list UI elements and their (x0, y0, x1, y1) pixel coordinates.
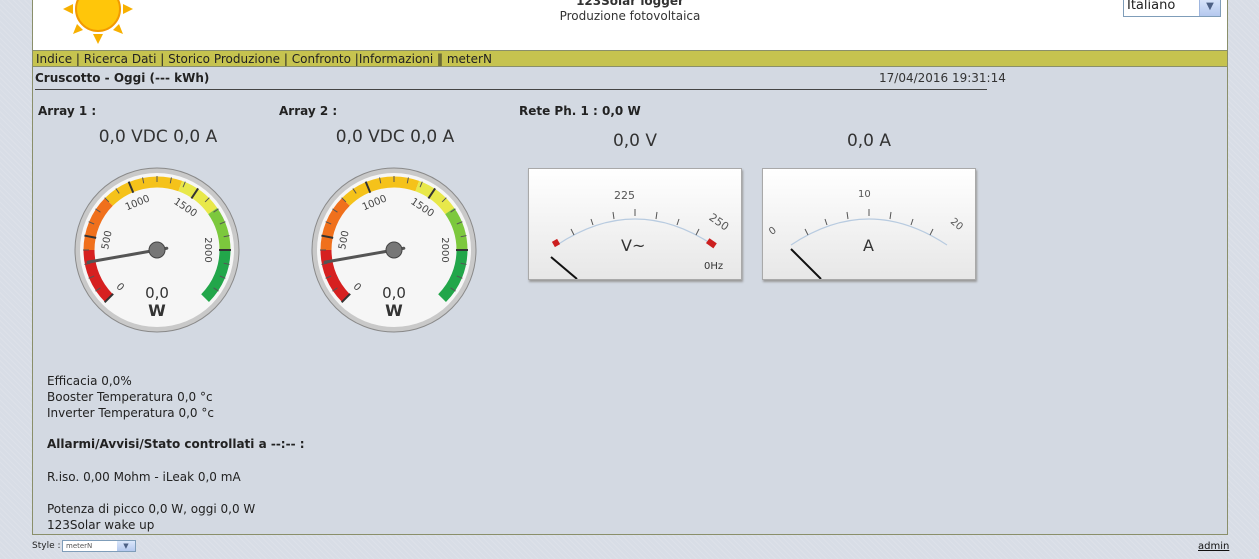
style-select[interactable]: meterN ▼ (62, 540, 136, 552)
amp-unit: A (863, 236, 874, 255)
alarms-title: Allarmi/Avvisi/Stato controllati a --:--… (47, 437, 305, 451)
nav-metern[interactable]: meterN (447, 52, 492, 66)
array1-gauge-value: 0,0 (145, 284, 169, 302)
nav-confronto[interactable]: Confronto (292, 52, 351, 66)
language-value: Italiano (1127, 0, 1176, 13)
peak-power-text: Potenza di picco 0,0 W, oggi 0,0 W (47, 502, 256, 516)
amp-tick-20: 20 (948, 216, 965, 233)
array2-reading: 0,0 VDC 0,0 A (335, 127, 455, 147)
array1-power-gauge: 05001000 150020000,0W (74, 167, 240, 333)
site-title: 123Solar logger (576, 0, 684, 8)
nav-bar: Indice | Ricerca Dati | Storico Produzio… (33, 50, 1227, 67)
language-select[interactable]: Italiano ▼ (1123, 0, 1221, 17)
amp-tick-10: 10 (858, 189, 871, 200)
status-text: 123Solar wake up (47, 518, 155, 532)
volt-unit: V~ (621, 236, 645, 255)
style-value: meterN (66, 542, 93, 550)
riso-text: R.iso. 0,00 Mohm - iLeak 0,0 mA (47, 470, 241, 484)
admin-link[interactable]: admin (1198, 541, 1229, 552)
header: 123Solar logger Produzione fotovoltaica … (33, 0, 1227, 50)
array2-power-gauge: 05001000 150020000,0W (311, 167, 477, 333)
dashboard-title: Cruscotto - Oggi (--- kWh) (35, 71, 210, 85)
volt-tick-225: 225 (614, 189, 635, 202)
array2-tick-label: 2000 (439, 237, 450, 262)
efficiency-text: Efficacia 0,0% (47, 374, 132, 388)
nav-storico-produzione[interactable]: Storico Produzione (168, 52, 280, 66)
nav-indice[interactable]: Indice (36, 52, 72, 66)
array1-gauge-unit: W (148, 301, 166, 320)
inverter-temp-text: Inverter Temperatura 0,0 °c (47, 406, 214, 420)
site-subtitle: Produzione fotovoltaica (559, 9, 701, 23)
voltage-meter: 225 250 V~ 0Hz (528, 168, 742, 280)
array1-tick-label: 2000 (202, 237, 213, 262)
nav-ricerca-dati[interactable]: Ricerca Dati (84, 52, 157, 66)
array1-label: Array 1 : (38, 104, 97, 118)
booster-temp-text: Booster Temperatura 0,0 °c (47, 390, 213, 404)
array2-gauge-value: 0,0 (382, 284, 406, 302)
dashboard-timestamp: 17/04/2016 19:31:14 (879, 71, 1006, 85)
chevron-down-icon[interactable]: ▼ (1199, 0, 1220, 16)
grid-voltage: 0,0 V (612, 131, 658, 151)
main-frame: 123Solar logger Produzione fotovoltaica … (32, 0, 1228, 535)
chevron-down-icon[interactable]: ▼ (117, 541, 135, 551)
grid-current: 0,0 A (846, 131, 892, 151)
divider (35, 89, 987, 90)
current-meter: 0 10 20 A (762, 168, 976, 280)
volt-needle (550, 256, 578, 280)
array1-reading: 0,0 VDC 0,0 A (98, 127, 218, 147)
volt-tick-250: 250 (707, 211, 732, 234)
amp-needle (790, 248, 822, 280)
array2-gauge-unit: W (385, 301, 403, 320)
amp-tick-0: 0 (767, 225, 779, 238)
nav-informazioni[interactable]: Informazioni (359, 52, 433, 66)
array2-label: Array 2 : (279, 104, 338, 118)
grid-label: Rete Ph. 1 : 0,0 W (519, 104, 641, 118)
volt-frequency: 0Hz (704, 261, 723, 272)
style-label: Style : (32, 541, 61, 551)
